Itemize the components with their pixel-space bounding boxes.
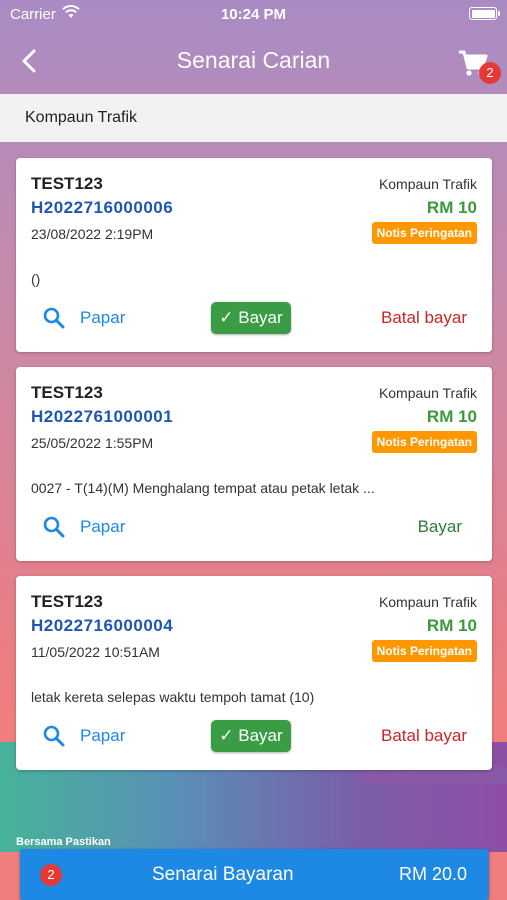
cancel-pay-button[interactable]: Batal bayar xyxy=(381,726,467,746)
compound-type: Kompaun Trafik xyxy=(378,385,477,401)
status-bar: Carrier 10:24 PM xyxy=(0,0,507,30)
pay-button[interactable]: ✓ Bayar xyxy=(211,302,291,334)
compound-number: H2022716000004 xyxy=(31,616,174,635)
cart-count-badge: 2 xyxy=(479,62,501,84)
compound-type: Kompaun Trafik xyxy=(378,176,477,192)
pay-button[interactable]: ✓ Bayar xyxy=(211,720,291,752)
search-icon xyxy=(43,307,65,329)
payment-count-badge: 2 xyxy=(40,864,62,886)
compound-card: TEST123 H2022761000001 25/05/2022 1:55PM… xyxy=(16,367,492,561)
page-title: Senarai Carian xyxy=(176,47,331,73)
battery-icon xyxy=(469,7,500,20)
compound-amount: RM 10 xyxy=(426,616,477,635)
filter-label: Kompaun Trafik xyxy=(25,109,138,126)
app-header: Senarai Carian 2 xyxy=(0,30,507,92)
view-button[interactable]: Papar xyxy=(42,304,125,332)
vehicle-name: TEST123 xyxy=(31,592,103,611)
status-badge: Notis Peringatan xyxy=(371,222,477,244)
pay-button[interactable]: Bayar xyxy=(418,517,462,537)
view-label: Papar xyxy=(80,308,126,327)
compound-amount: RM 10 xyxy=(426,198,477,217)
compound-date: 25/05/2022 1:55PM xyxy=(31,435,154,451)
compound-date: 11/05/2022 10:51AM xyxy=(31,644,160,660)
status-time: 10:24 PM xyxy=(220,6,287,23)
status-badge: Notis Peringatan xyxy=(371,640,477,662)
compound-description: letak kereta selepas waktu tempoh tamat … xyxy=(31,689,315,705)
compound-amount: RM 10 xyxy=(426,407,477,426)
background-caption: Bersama Pastikan xyxy=(16,836,111,848)
compound-type: Kompaun Trafik xyxy=(378,594,477,610)
compound-description: () xyxy=(31,271,41,287)
payment-total: RM 20.0 xyxy=(398,864,467,884)
compound-card: TEST123 H2022716000006 23/08/2022 2:19PM… xyxy=(16,158,492,352)
view-label: Papar xyxy=(80,726,126,745)
compound-card: TEST123 H2022716000004 11/05/2022 10:51A… xyxy=(16,576,492,770)
view-button[interactable]: Papar xyxy=(42,513,125,541)
view-button[interactable]: Papar xyxy=(42,722,125,750)
compound-date: 23/08/2022 2:19PM xyxy=(31,226,154,242)
compound-description: 0027 - T(14)(M) Menghalang tempat atau p… xyxy=(31,480,375,496)
search-icon xyxy=(43,725,65,747)
payment-list-button[interactable]: 2 Senarai Bayaran RM 20.0 xyxy=(20,849,489,900)
status-badge: Notis Peringatan xyxy=(371,431,477,453)
vehicle-name: TEST123 xyxy=(31,174,103,193)
payment-list-label: Senarai Bayaran xyxy=(152,864,294,885)
filter-bar: Kompaun Trafik xyxy=(0,94,507,142)
cancel-pay-button[interactable]: Batal bayar xyxy=(381,308,467,328)
view-label: Papar xyxy=(80,517,126,536)
search-icon xyxy=(43,516,65,538)
vehicle-name: TEST123 xyxy=(31,383,103,402)
compound-number: H2022761000001 xyxy=(31,407,174,426)
compound-number: H2022716000006 xyxy=(31,198,174,217)
